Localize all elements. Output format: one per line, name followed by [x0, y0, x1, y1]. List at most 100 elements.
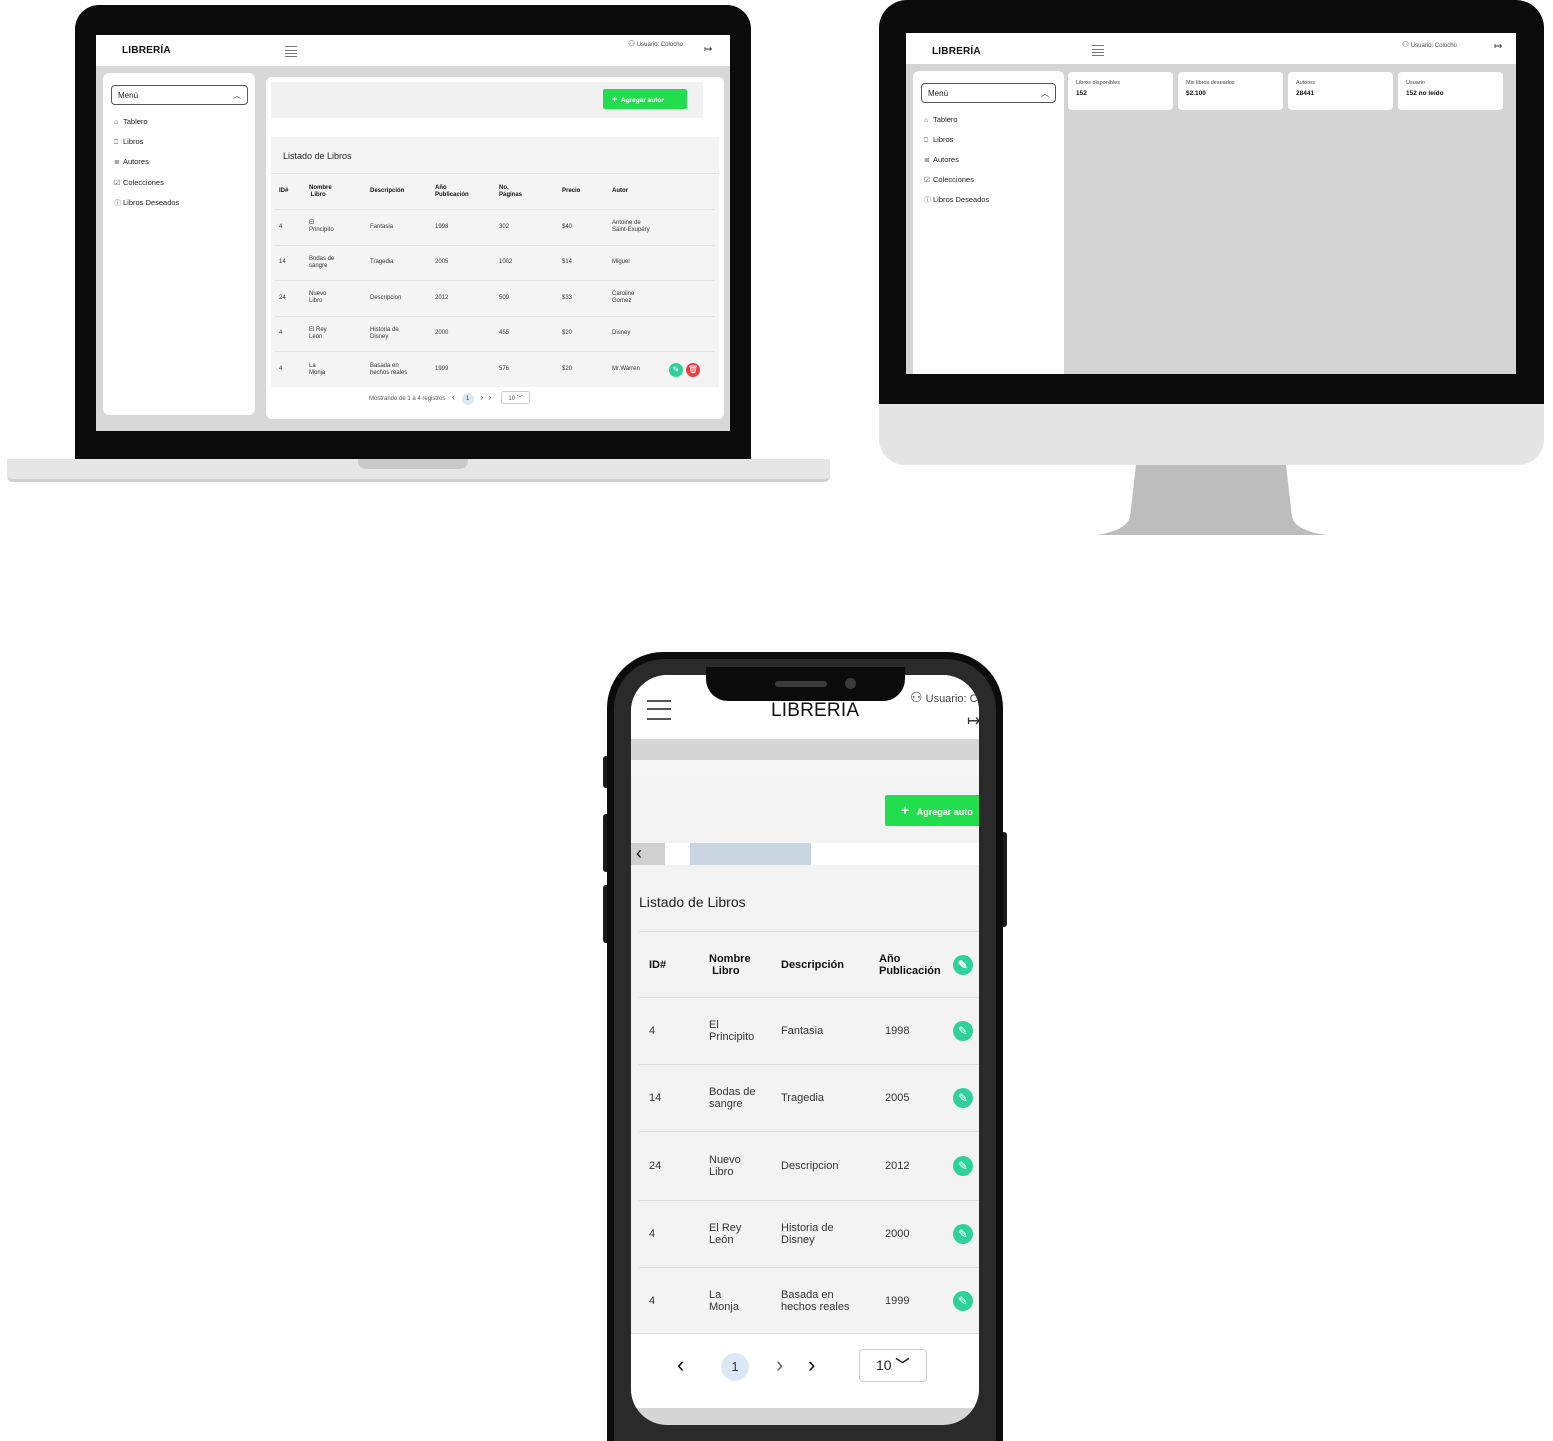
stat-card-libros-disponibles[interactable]: Libros disponibles 152: [1068, 72, 1173, 110]
sidebar-item-label: Tablero: [123, 117, 148, 126]
cell-author: Antoine de Saint-Exupéry: [608, 209, 665, 245]
table-row[interactable]: 4 El Principito Fantasia 1998 302 $40 Ant…: [275, 209, 715, 245]
sidebar-item-libros-deseados[interactable]: ⓘ Libros Deseados: [924, 195, 989, 205]
cell-description: Fantasia: [366, 209, 431, 245]
pencil-icon[interactable]: ✎: [952, 1088, 973, 1108]
col-id: ID#: [649, 958, 667, 971]
pagination: ‹ 1 › › 10 ﹀: [631, 1333, 979, 1408]
table-row[interactable]: 24 Nuevo Libro Descripcion 2012 ✎: [639, 1131, 979, 1201]
cell-pages: 455: [495, 315, 558, 352]
cell-actions: ✎: [946, 1267, 979, 1334]
brand-title: LIBRERÍA: [932, 46, 981, 57]
cell-actions: ✎: [946, 1200, 979, 1268]
menu-icon[interactable]: [285, 46, 297, 57]
user-label[interactable]: ⚇ Usuario: Colocho: [628, 39, 683, 48]
table-row[interactable]: 4 El Rey León Historia de Disney 2000 ✎: [639, 1200, 979, 1268]
info-circle-icon: ⓘ: [114, 200, 121, 207]
chevron-right-icon[interactable]: ›: [808, 1352, 815, 1378]
sidebar-item-colecciones[interactable]: ☑ Colecciones: [114, 178, 164, 187]
sidebar-item-libros-deseados[interactable]: ⓘ Libros Deseados: [114, 198, 179, 208]
table-row[interactable]: 4 El Principito Fantasia 1998 ✎: [639, 997, 979, 1065]
table-row[interactable]: 14 Bodas de sangre Tragedia 2005 1002 $14…: [275, 244, 715, 281]
table-row[interactable]: 4 La Monja Basada en hechos reales 1999 57…: [275, 351, 715, 387]
camera: [845, 678, 856, 689]
cell-description: Tragedia: [366, 244, 431, 281]
menu-dropdown[interactable]: Menú ︿: [111, 85, 248, 105]
chevron-right-icon[interactable]: ›: [776, 1352, 783, 1378]
page-current[interactable]: 1: [721, 1353, 749, 1381]
cell-description: Descripcion: [366, 280, 431, 316]
pencil-icon[interactable]: ✎: [952, 1290, 973, 1311]
sidebar-item-label: Tablero: [933, 115, 958, 124]
sidebar-item-colecciones[interactable]: ☑ Colecciones: [924, 175, 974, 184]
user-icon: ⚇: [1402, 40, 1410, 49]
chevron-left-icon[interactable]: ‹: [631, 843, 665, 865]
scrollbar-thumb[interactable]: [690, 843, 811, 865]
sidebar-item-libros[interactable]: ⎕ Libros: [114, 137, 143, 147]
table-row[interactable]: 4 La Monja Basada en hechos reales 1999 ✎: [639, 1267, 979, 1334]
chevron-left-icon[interactable]: ‹: [677, 1352, 684, 1378]
pencil-icon[interactable]: ✎: [669, 362, 683, 377]
table-row[interactable]: 4 El Rey León Historia de Disney 2000 455 …: [275, 315, 715, 352]
cell-year: 1999: [873, 1267, 947, 1334]
logout-icon[interactable]: ↦: [704, 44, 712, 55]
page-size-select[interactable]: 10 ﹀: [859, 1349, 927, 1382]
chevron-right-icon[interactable]: ›: [480, 392, 483, 402]
menu-icon[interactable]: [1092, 45, 1104, 56]
sidebar-item-autores[interactable]: ≣ Autores: [924, 155, 959, 164]
pencil-icon[interactable]: ✎: [952, 1224, 973, 1244]
pencil-icon[interactable]: ✎: [952, 1021, 973, 1041]
table-row[interactable]: 14 Bodas de sangre Tragedia 2005 ✎: [639, 1064, 979, 1132]
sidebar-item-tablero[interactable]: ⌂ Tablero: [924, 115, 958, 124]
cell-name: El Principito: [305, 209, 366, 245]
cell-actions: [665, 315, 715, 352]
col-description: Descripción: [781, 958, 844, 971]
table-header-row: ID# Nombre Libro Descripción Año Publicac…: [639, 931, 979, 998]
pencil-icon[interactable]: ✎: [952, 954, 973, 975]
sidebar-item-label: Libros Deseados: [123, 198, 180, 207]
sidebar-item-tablero[interactable]: ⌂ Tablero: [114, 117, 148, 126]
chevron-up-icon: ︿: [233, 91, 241, 100]
chevron-left-icon[interactable]: ‹: [452, 392, 455, 402]
table-row[interactable]: 24 Nuevo Libro Descripcion 2012 509 $33 C…: [275, 280, 715, 316]
authors-icon: ≣: [114, 159, 120, 166]
add-author-button[interactable]: + Agregar auto: [885, 795, 979, 826]
sidebar-item-autores[interactable]: ≣ Autores: [114, 157, 149, 166]
brand-title: LIBRERIA: [771, 700, 860, 721]
cell-id: 4: [639, 1200, 703, 1268]
menu-icon[interactable]: [647, 700, 671, 720]
stat-card-libros-deseados[interactable]: Mis libros deseados $2.100: [1178, 72, 1283, 110]
sidebar-item-libros[interactable]: ⎕ Libros: [924, 135, 953, 145]
cell-name: Bodas de sangre: [703, 1064, 775, 1132]
sidebar-item-label: Libros: [933, 135, 954, 144]
pencil-icon[interactable]: ✎: [952, 1156, 973, 1176]
trash-icon[interactable]: 🗑: [686, 362, 700, 377]
page-current[interactable]: 1: [461, 393, 474, 405]
chevron-right-icon[interactable]: ›: [488, 392, 491, 402]
menu-dropdown[interactable]: Menú ︿: [921, 83, 1056, 103]
cell-id: 4: [639, 997, 703, 1065]
cell-actions: ✎: [946, 1131, 979, 1201]
cell-pages: 576: [495, 351, 558, 387]
cell-name: Bodas de sangre: [305, 244, 366, 281]
logout-icon[interactable]: ↦: [1494, 41, 1502, 52]
table-header-row: ID# Nombre Libro Descripción Año Publicac…: [275, 174, 715, 210]
bookmark-icon: ⎕: [924, 137, 929, 144]
col-description: Descripción: [370, 188, 405, 194]
page-size-select[interactable]: 10 ﹀: [501, 391, 530, 404]
stat-card-usuario[interactable]: Usuario 152 no leído: [1398, 72, 1503, 110]
col-name: Nombre Libro: [309, 184, 332, 198]
user-label[interactable]: ⚇ Usuario: C: [910, 689, 978, 706]
stat-card-autores[interactable]: Autores 28441: [1288, 72, 1393, 110]
pagination: Mostrando de 1 a 4 registros ‹ 1 › › 10 …: [369, 391, 530, 405]
sidebar: Menú ︿ ⌂ Tablero ⎕ Libros ≣ Autores ☑ Colecc…: [913, 71, 1064, 374]
cell-actions: ✎ 🗑: [665, 351, 715, 387]
col-author: Autor: [612, 188, 628, 194]
add-author-button[interactable]: + Agregar autor: [603, 89, 687, 109]
col-actions: ✎: [947, 932, 979, 998]
logout-icon[interactable]: ↦: [967, 711, 979, 731]
user-label[interactable]: ⚇ Usuario: Colocho: [1402, 40, 1457, 49]
monitor-stand: [1096, 465, 1327, 535]
check-square-icon: ☑: [114, 180, 121, 187]
cell-name: La Monja: [305, 351, 366, 387]
